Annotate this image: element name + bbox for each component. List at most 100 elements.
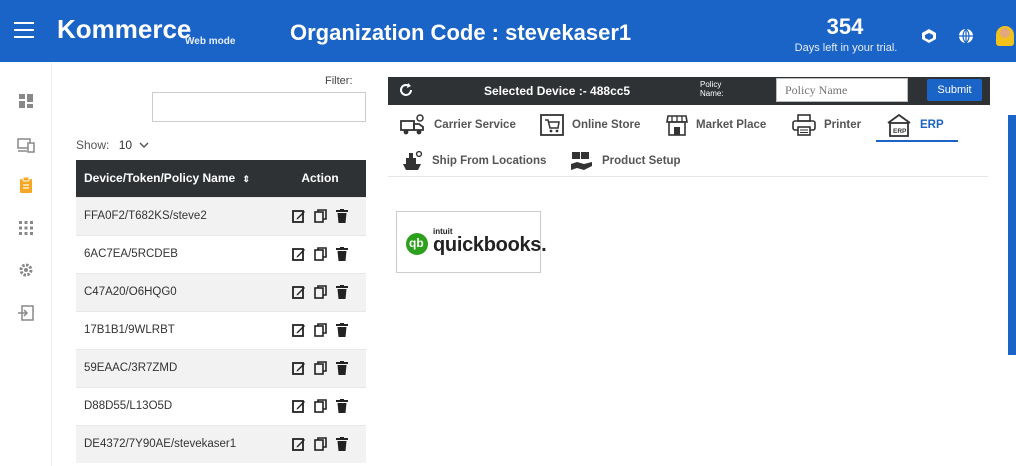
trial-days-text: Days left in your trial.	[794, 42, 898, 54]
tab-market-place[interactable]: Market Place	[666, 110, 766, 140]
edit-icon[interactable]	[292, 209, 306, 223]
policy-name-input[interactable]	[776, 78, 908, 102]
tab-product-setup[interactable]: Product Setup	[570, 146, 681, 176]
erp-icon: ERP	[887, 113, 911, 137]
copy-icon[interactable]	[314, 247, 328, 261]
row-actions	[274, 272, 366, 311]
device-token-policy-name: 17B1B1/9WLRBT	[76, 310, 274, 349]
row-actions	[274, 196, 366, 235]
edit-icon[interactable]	[292, 285, 306, 299]
table-row[interactable]: 6AC7EA/5RCDEB	[76, 234, 366, 273]
globe-icon[interactable]	[958, 28, 974, 44]
svg-text:ERP: ERP	[893, 128, 907, 135]
menu-icon[interactable]	[14, 22, 34, 38]
edit-icon[interactable]	[292, 399, 306, 413]
product-icon	[571, 152, 592, 170]
brand-name: Kommerce	[57, 14, 192, 44]
devices-table: Device/Token/Policy Name ⇕ Action FFA0F2…	[76, 160, 366, 463]
page-size-select[interactable]: 10	[119, 138, 150, 152]
table-row[interactable]: DE4372/7Y90AE/stevekaser1	[76, 424, 366, 463]
selected-device: Selected Device :- 488cc5	[484, 84, 631, 98]
printer-icon	[792, 114, 816, 136]
tab-label: Market Place	[696, 119, 767, 131]
device-token-policy-name: DE4372/7Y90AE/stevekaser1	[76, 424, 274, 463]
column-header-device[interactable]: Device/Token/Policy Name ⇕	[76, 160, 274, 197]
table-row[interactable]: FFA0F2/T682KS/steve2	[76, 196, 366, 235]
brand-mode: Web mode	[185, 36, 236, 47]
tab-carrier-service[interactable]: Carrier Service	[400, 110, 516, 140]
delete-icon[interactable]	[336, 399, 348, 413]
copy-icon[interactable]	[314, 399, 328, 413]
device-token-policy-name: C47A20/O6HQG0	[76, 272, 274, 311]
tab-ship-from-locations[interactable]: Ship From Locations	[400, 146, 546, 176]
quickbooks-card[interactable]: intuit quickbooks.	[396, 211, 547, 273]
edit-icon[interactable]	[292, 323, 306, 337]
copy-icon[interactable]	[314, 323, 328, 337]
edit-icon[interactable]	[292, 437, 306, 452]
policy-name-label: Policy Name:	[700, 80, 724, 98]
refresh-icon[interactable]	[398, 82, 414, 98]
row-actions	[274, 234, 366, 273]
organization-code: Organization Code : stevekaser1	[290, 20, 632, 45]
tab-online-store[interactable]: Online Store	[540, 110, 640, 140]
tab-label: ERP	[920, 119, 944, 131]
tab-erp[interactable]: ERP ERP	[886, 110, 944, 140]
row-actions	[274, 348, 366, 387]
copy-icon[interactable]	[314, 437, 328, 452]
quickbooks-wordmark: quickbooks.	[433, 234, 547, 256]
filter-input[interactable]	[152, 92, 366, 122]
table-row[interactable]: 59EAAC/3R7ZMD	[76, 348, 366, 387]
clipboard-icon[interactable]	[17, 176, 35, 194]
row-actions	[274, 310, 366, 349]
copy-icon[interactable]	[314, 209, 328, 223]
cart-icon	[540, 114, 564, 136]
row-actions	[274, 424, 366, 463]
edit-icon[interactable]	[292, 247, 306, 261]
device-toolbar: Selected Device :- 488cc5 Policy Name: S…	[388, 77, 990, 105]
scrollbar[interactable]	[1008, 115, 1016, 355]
delete-icon[interactable]	[336, 437, 348, 452]
filter-label: Filter:	[325, 75, 353, 87]
ship-icon	[403, 150, 423, 170]
device-token-policy-name: 6AC7EA/5RCDEB	[76, 234, 274, 273]
top-bar: Kommerce Web mode Organization Code : st…	[0, 0, 1016, 62]
dashboard-icon[interactable]	[17, 92, 35, 110]
logout-icon[interactable]	[17, 304, 35, 322]
device-token-policy-name: 59EAAC/3R7ZMD	[76, 348, 274, 387]
column-header-action: Action	[274, 160, 366, 197]
sort-icon[interactable]: ⇕	[243, 174, 251, 184]
box-icon[interactable]	[921, 28, 937, 44]
delete-icon[interactable]	[336, 247, 348, 261]
table-row[interactable]: C47A20/O6HQG0	[76, 272, 366, 311]
truck-icon	[400, 114, 424, 135]
edit-icon[interactable]	[292, 361, 306, 375]
devices-icon[interactable]	[17, 136, 35, 154]
page-size-control: Show: 10	[76, 138, 149, 152]
tab-printer[interactable]: Printer	[792, 110, 861, 140]
avatar[interactable]	[996, 26, 1014, 46]
copy-icon[interactable]	[314, 285, 328, 299]
page-size-value: 10	[118, 138, 133, 152]
trial-days-count: 354	[826, 14, 864, 39]
submit-button[interactable]: Submit	[927, 79, 982, 101]
active-tab-indicator	[876, 140, 958, 142]
delete-icon[interactable]	[336, 209, 348, 223]
show-label: Show:	[76, 138, 110, 152]
tab-label: Carrier Service	[434, 119, 516, 131]
delete-icon[interactable]	[336, 323, 348, 337]
copy-icon[interactable]	[314, 361, 328, 375]
tab-label: Online Store	[572, 119, 641, 131]
tab-label: Printer	[824, 119, 862, 131]
tab-label: Product Setup	[602, 155, 681, 167]
left-rail	[0, 62, 52, 466]
device-token-policy-name: FFA0F2/T682KS/steve2	[76, 196, 274, 235]
delete-icon[interactable]	[336, 285, 348, 299]
settings-icon[interactable]	[17, 261, 35, 279]
column-header-device-label: Device/Token/Policy Name	[84, 171, 236, 186]
row-actions	[274, 386, 366, 425]
table-row[interactable]: D88D55/L13O5D	[76, 386, 366, 425]
table-row[interactable]: 17B1B1/9WLRBT	[76, 310, 366, 349]
apps-grid-icon[interactable]	[17, 219, 35, 237]
delete-icon[interactable]	[336, 361, 348, 375]
store-icon	[666, 115, 688, 136]
